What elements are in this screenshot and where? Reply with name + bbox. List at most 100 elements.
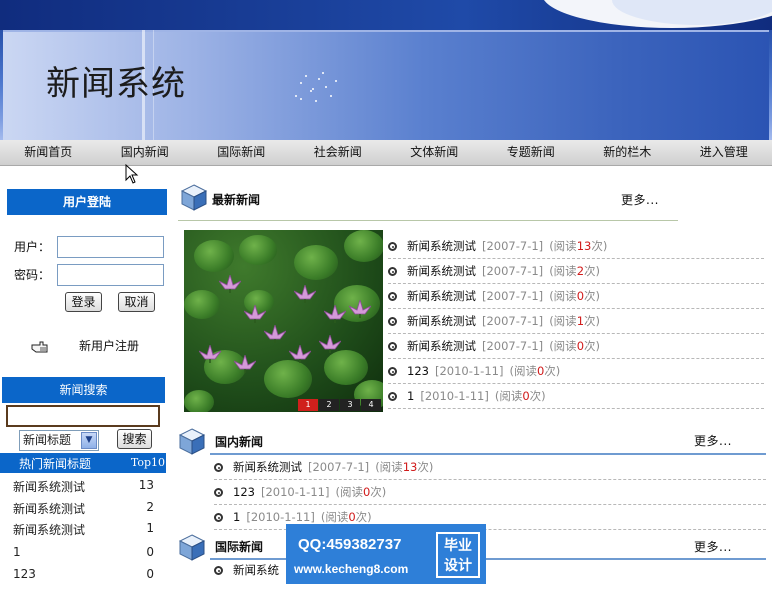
hot-news-row[interactable]: 1 0 xyxy=(0,542,166,564)
bullet-icon xyxy=(214,513,223,522)
read-suffix: 次) xyxy=(544,364,561,378)
read-suffix: 次) xyxy=(591,239,608,253)
bullet-icon xyxy=(214,566,223,575)
news-date: [2007-7-1] xyxy=(482,264,544,278)
read-prefix: (阅读 xyxy=(320,510,349,524)
lily-pad xyxy=(294,245,338,281)
watermark-badge-line2: 设计 xyxy=(444,558,472,574)
watermark-site: www.kecheng8.com xyxy=(294,562,409,576)
lotus-flower xyxy=(219,275,241,293)
hot-news-row[interactable]: 新闻系统测试 2 xyxy=(0,497,166,519)
sparkle-dot xyxy=(305,75,307,77)
search-button[interactable]: 搜索 xyxy=(117,429,152,449)
hot-news-badge: Top10 xyxy=(130,456,165,469)
read-prefix: (阅读 xyxy=(335,485,363,499)
photo-pager: 1 2 3 4 xyxy=(297,399,381,411)
news-date: [2007-7-1] xyxy=(482,339,544,353)
news-row[interactable]: 123 [2010-1-11] (阅读0次) xyxy=(388,360,764,384)
read-count-number: 0 xyxy=(522,389,530,403)
news-title: 新闻系统测试 xyxy=(407,314,476,328)
bullet-icon xyxy=(388,267,397,276)
hot-news-row[interactable]: 新闻系统测试 1 xyxy=(0,518,166,540)
news-row[interactable]: 新闻系统测试 [2007-7-1] (阅读13次) xyxy=(388,235,764,259)
news-row[interactable]: 新闻系统测试 [2007-7-1] (阅读0次) xyxy=(388,285,764,309)
photo-page-4[interactable]: 4 xyxy=(361,399,381,411)
news-read-count: (阅读13次) xyxy=(375,460,433,474)
news-title: 新闻系统测试 xyxy=(407,239,476,253)
read-suffix: 次) xyxy=(584,264,601,278)
news-title: 新闻系统测试 xyxy=(407,339,476,353)
login-panel-title: 用户登陆 xyxy=(7,189,167,215)
news-read-count: (阅读0次) xyxy=(509,364,560,378)
read-prefix: (阅读 xyxy=(494,389,523,403)
lotus-flower xyxy=(294,285,316,303)
lily-pad xyxy=(184,390,214,412)
news-title: 新闻系统测试 xyxy=(407,264,476,278)
photo-page-1[interactable]: 1 xyxy=(298,399,318,411)
news-date: [2007-7-1] xyxy=(482,289,544,303)
search-input[interactable] xyxy=(6,405,160,427)
sparkle-dot xyxy=(318,78,320,80)
news-row[interactable]: 新闻系统测试 [2007-7-1] (阅读1次) xyxy=(388,310,764,334)
news-date: [2010-1-11] xyxy=(246,510,315,524)
password-label: 密码： xyxy=(14,268,51,282)
cancel-button[interactable]: 取消 xyxy=(118,292,155,312)
main-nav: 新闻首页 国内新闻 国际新闻 社会新闻 文体新闻 专题新闻 新的栏木 进入管理 xyxy=(0,140,772,166)
register-link[interactable]: 新用户注册 xyxy=(79,337,139,354)
read-suffix: 次) xyxy=(584,289,601,303)
nav-item-home[interactable]: 新闻首页 xyxy=(0,140,97,165)
pointing-hand-icon xyxy=(31,341,48,353)
hot-news-row-count: 2 xyxy=(146,500,154,514)
news-title: 1 xyxy=(233,510,241,524)
cube-icon xyxy=(178,534,206,561)
read-suffix: 次) xyxy=(355,510,372,524)
search-field-select[interactable]: 新闻标题 ▼ xyxy=(19,430,99,451)
header-banner: 新闻系统 xyxy=(0,0,772,140)
read-count-number: 0 xyxy=(348,510,356,524)
photo-page-2[interactable]: 2 xyxy=(319,399,339,411)
cube-icon xyxy=(180,184,208,211)
news-row[interactable]: 1 [2010-1-11] (阅读0次) xyxy=(388,385,764,409)
nav-item-society[interactable]: 社会新闻 xyxy=(290,140,387,165)
site-title: 新闻系统 xyxy=(46,64,186,104)
read-prefix: (阅读 xyxy=(549,314,577,328)
lotus-flower xyxy=(349,300,371,318)
news-row[interactable]: 123 [2010-1-11] (阅读0次) xyxy=(214,481,766,505)
watermark-badge-line1: 毕业 xyxy=(444,538,472,554)
lotus-flower xyxy=(289,345,311,363)
hot-news-row[interactable]: 新闻系统测试 13 xyxy=(0,475,166,497)
nav-item-domestic[interactable]: 国内新闻 xyxy=(97,140,194,165)
nav-item-special[interactable]: 专题新闻 xyxy=(483,140,580,165)
nav-item-admin[interactable]: 进入管理 xyxy=(676,140,772,165)
search-panel-title-text: 新闻搜索 xyxy=(59,383,108,397)
news-row[interactable]: 新闻系统测试 [2007-7-1] (阅读0次) xyxy=(388,335,764,359)
hot-news-row[interactable]: 123 0 xyxy=(0,564,166,586)
news-row[interactable]: 新闻系统测试 [2007-7-1] (阅读2次) xyxy=(388,260,764,284)
username-input[interactable] xyxy=(57,236,164,258)
latest-news-photo[interactable]: 1 2 3 4 xyxy=(184,230,383,412)
password-input[interactable] xyxy=(57,264,164,286)
domestic-news-divider xyxy=(210,453,766,455)
read-suffix: 次) xyxy=(584,314,601,328)
read-count-number: 2 xyxy=(576,264,585,278)
nav-item-sports-culture[interactable]: 文体新闻 xyxy=(386,140,483,165)
login-button[interactable]: 登录 xyxy=(65,292,102,312)
nav-item-new-column[interactable]: 新的栏木 xyxy=(579,140,676,165)
news-date: [2007-7-1] xyxy=(308,460,370,474)
bullet-icon xyxy=(388,317,397,326)
read-prefix: (阅读 xyxy=(549,264,577,278)
news-read-count: (阅读0次) xyxy=(321,510,372,524)
chevron-down-icon: ▼ xyxy=(81,432,97,449)
bullet-icon xyxy=(388,392,397,401)
international-news-more-link[interactable]: 更多... xyxy=(694,538,732,555)
news-date: [2007-7-1] xyxy=(482,239,544,253)
lily-pad xyxy=(239,235,277,266)
read-count-number: 13 xyxy=(576,239,592,253)
news-row[interactable]: 新闻系统测试 [2007-7-1] (阅读13次) xyxy=(214,456,766,480)
nav-item-international[interactable]: 国际新闻 xyxy=(193,140,290,165)
photo-page-3[interactable]: 3 xyxy=(340,399,360,411)
news-read-count: (阅读1次) xyxy=(549,314,600,328)
latest-news-divider xyxy=(178,220,678,221)
domestic-news-more-link[interactable]: 更多... xyxy=(694,432,732,449)
latest-news-more-link[interactable]: 更多... xyxy=(621,191,659,208)
